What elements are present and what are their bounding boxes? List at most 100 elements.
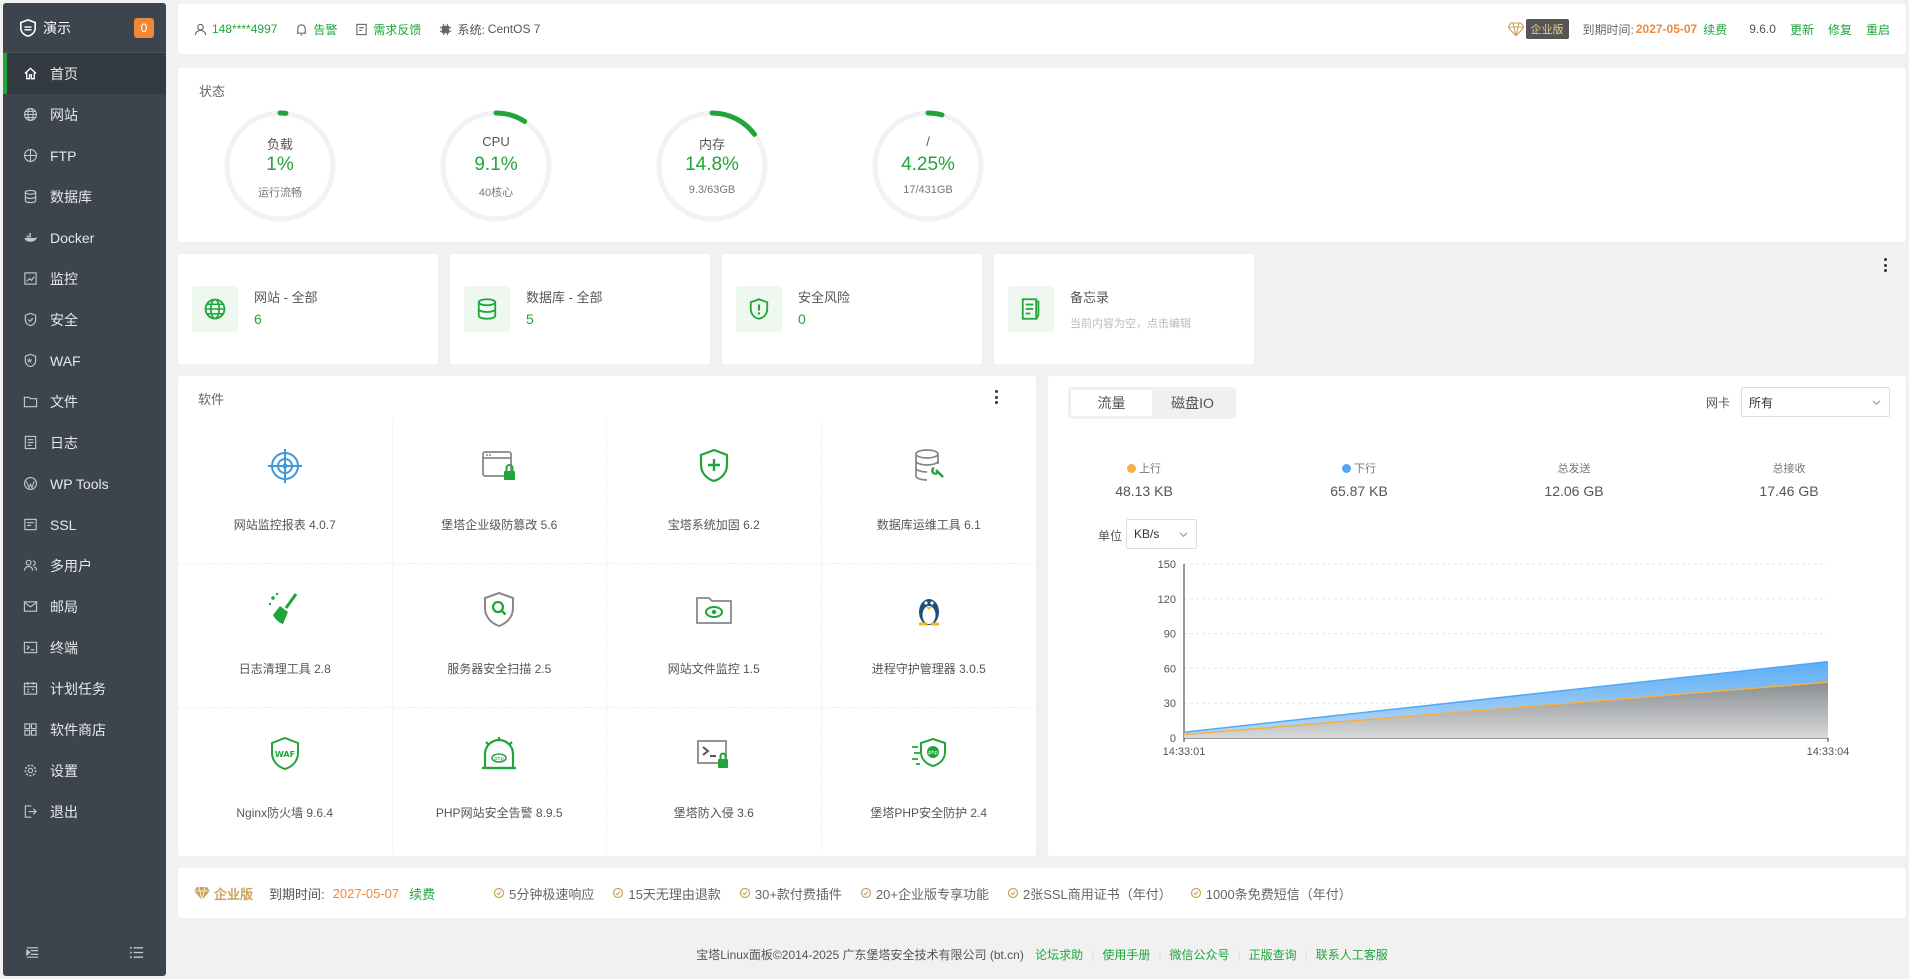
sidebar-item-13[interactable]: 邮局 — [3, 586, 166, 627]
y-tick-label-5: 150 — [1158, 559, 1176, 571]
traffic-stat-value: 17.46 GB — [1759, 483, 1819, 499]
nic-select[interactable]: 所有 — [1741, 387, 1890, 417]
repair-link[interactable]: 修复 — [1828, 21, 1852, 38]
sidebar-item-16[interactable]: 软件商店 — [3, 709, 166, 750]
unit-select[interactable]: KB/s — [1126, 519, 1197, 549]
sidebar-item-4[interactable]: Docker — [3, 217, 166, 258]
docker-icon — [24, 233, 38, 242]
sidebar-item-10[interactable]: WP Tools — [3, 463, 166, 504]
alarm-label[interactable]: 告警 — [313, 21, 337, 38]
list-icon[interactable] — [129, 945, 144, 960]
sidebar-item-label: 数据库 — [50, 188, 92, 205]
sidebar-item-15[interactable]: 计划任务 — [3, 668, 166, 709]
update-link[interactable]: 更新 — [1790, 21, 1814, 38]
gauge-0[interactable]: 负载 1% 运行流畅 — [222, 108, 338, 224]
software-item-3[interactable]: 数据库运维工具 6.1 — [821, 420, 1036, 564]
software-name: 数据库运维工具 6.1 — [876, 518, 981, 532]
enterprise-feature-3: 20+企业版专享功能 — [860, 884, 989, 903]
tab-disk-io[interactable]: 磁盘IO — [1152, 390, 1233, 416]
overview-name: 数据库 - 全部 — [526, 290, 603, 305]
sidebar-item-14[interactable]: 终端 — [3, 627, 166, 668]
enterprise-renew-link[interactable]: 续费 — [409, 884, 435, 903]
sidebar-item-1[interactable]: 网站 — [3, 94, 166, 135]
globe-icon — [204, 298, 226, 320]
feedback-label[interactable]: 需求反馈 — [373, 21, 421, 38]
wordpress-icon — [24, 477, 37, 490]
software-item-5[interactable]: 服务器安全扫描 2.5 — [392, 564, 607, 708]
tab-traffic[interactable]: 流量 — [1071, 390, 1152, 416]
software-item-0[interactable]: 网站监控报表 4.0.7 — [178, 420, 393, 564]
sidebar-item-label: Docker — [50, 229, 95, 246]
memo-icon — [1021, 298, 1040, 320]
sidebar-item-11[interactable]: SSL — [3, 504, 166, 545]
sidebar-item-2[interactable]: FTP — [3, 135, 166, 176]
traffic-tabs: 流量 磁盘IO — [1068, 387, 1236, 419]
notification-badge[interactable]: 0 — [134, 17, 154, 38]
software-item-11[interactable]: php 堡塔PHP安全防护 2.4 — [822, 708, 1037, 852]
sidebar-item-7[interactable]: WAF — [3, 340, 166, 381]
sidebar-item-9[interactable]: 日志 — [3, 422, 166, 463]
overview-card-3[interactable]: 备忘录 当前内容为空，点击编辑 — [994, 254, 1254, 364]
user-account[interactable]: 148****4997 — [194, 22, 277, 36]
system-info: 系统: CentOS 7 — [439, 21, 540, 38]
enterprise-feature-text: 20+企业版专享功能 — [875, 886, 989, 902]
traffic-stat-label-text: 下行 — [1354, 463, 1376, 475]
overview-card-2[interactable]: 安全风险 0 — [722, 254, 982, 364]
sidebar-item-12[interactable]: 多用户 — [3, 545, 166, 586]
user-phone[interactable]: 148****4997 — [212, 22, 277, 36]
sidebar-item-label: 监控 — [50, 270, 78, 287]
software-more-button[interactable] — [994, 390, 998, 404]
feature-icon — [739, 887, 750, 899]
software-item-2[interactable]: 宝塔系统加固 6.2 — [607, 420, 822, 564]
overview-value[interactable]: 5 — [526, 311, 534, 327]
alarm-link[interactable]: 告警 — [295, 21, 337, 38]
sidebar-item-17[interactable]: 设置 — [3, 750, 166, 791]
software-item-1[interactable]: 堡塔企业级防篡改 5.6 — [392, 420, 607, 564]
memo-hint[interactable]: 当前内容为空，点击编辑 — [1070, 315, 1191, 331]
sidebar-item-8[interactable]: 文件 — [3, 381, 166, 422]
sidebar-item-0[interactable]: 首页 — [3, 53, 166, 94]
footer-separator: | — [1091, 948, 1095, 962]
gauge-value: 1% — [266, 154, 294, 175]
terminal-lock-icon — [696, 740, 728, 768]
feedback-link[interactable]: 需求反馈 — [355, 21, 421, 38]
folder-icon — [23, 396, 38, 408]
gauge-value: 4.25% — [901, 154, 955, 175]
software-item-8[interactable]: WAF Nginx防火墙 9.6.4 — [178, 708, 393, 852]
overview-value[interactable]: 0 — [798, 311, 806, 327]
gauge-1[interactable]: CPU 9.1% 40核心 — [438, 108, 554, 224]
software-item-10[interactable]: 堡塔防入侵 3.6 — [607, 708, 822, 852]
sidebar-item-18[interactable]: 退出 — [3, 791, 166, 832]
bell-icon — [297, 23, 307, 36]
software-item-4[interactable]: 日志清理工具 2.8 — [178, 564, 393, 708]
software-item-7[interactable]: 进程守护管理器 3.0.5 — [821, 564, 1036, 708]
status-panel: 状态 负载 1% 运行流畅 CPU 9.1% 40核心 内存 14.8% 9.3… — [178, 68, 1906, 242]
gauge-3[interactable]: / 4.25% 17/431GB — [870, 108, 986, 224]
footer-link-3[interactable]: 正版查询 — [1249, 948, 1297, 962]
users-icon — [23, 559, 38, 571]
logo-shield-icon — [19, 18, 37, 37]
restart-link[interactable]: 重启 — [1866, 21, 1890, 38]
overview-more-button[interactable] — [1883, 258, 1887, 272]
software-name: 堡塔防入侵 3.6 — [673, 806, 754, 820]
sidebar-item-3[interactable]: 数据库 — [3, 176, 166, 217]
sidebar-item-5[interactable]: 监控 — [3, 258, 166, 299]
mail-icon — [23, 601, 38, 612]
sidebar-item-6[interactable]: 安全 — [3, 299, 166, 340]
overview-card-1[interactable]: 数据库 - 全部 5 — [450, 254, 710, 364]
footer-link-1[interactable]: 使用手册 — [1102, 948, 1150, 962]
overview-value[interactable]: 6 — [254, 311, 262, 327]
diamond-icon — [194, 886, 210, 900]
footer-link-4[interactable]: 联系人工客服 — [1316, 948, 1388, 962]
software-item-6[interactable]: 网站文件监控 1.5 — [607, 564, 822, 708]
collapse-icon[interactable] — [25, 945, 40, 960]
log-icon — [24, 435, 37, 450]
x-tick-label-1: 14:33:04 — [1807, 746, 1850, 758]
edition-label: 企业版 — [1525, 19, 1569, 39]
software-item-9[interactable]: php PHP网站安全告警 8.9.5 — [393, 708, 607, 852]
footer-link-2[interactable]: 微信公众号 — [1169, 948, 1229, 962]
footer-link-0[interactable]: 论坛求助 — [1035, 948, 1083, 962]
overview-card-0[interactable]: 网站 - 全部 6 — [178, 254, 438, 364]
gauge-2[interactable]: 内存 14.8% 9.3/63GB — [654, 108, 770, 224]
renew-link[interactable]: 续费 — [1703, 21, 1727, 38]
